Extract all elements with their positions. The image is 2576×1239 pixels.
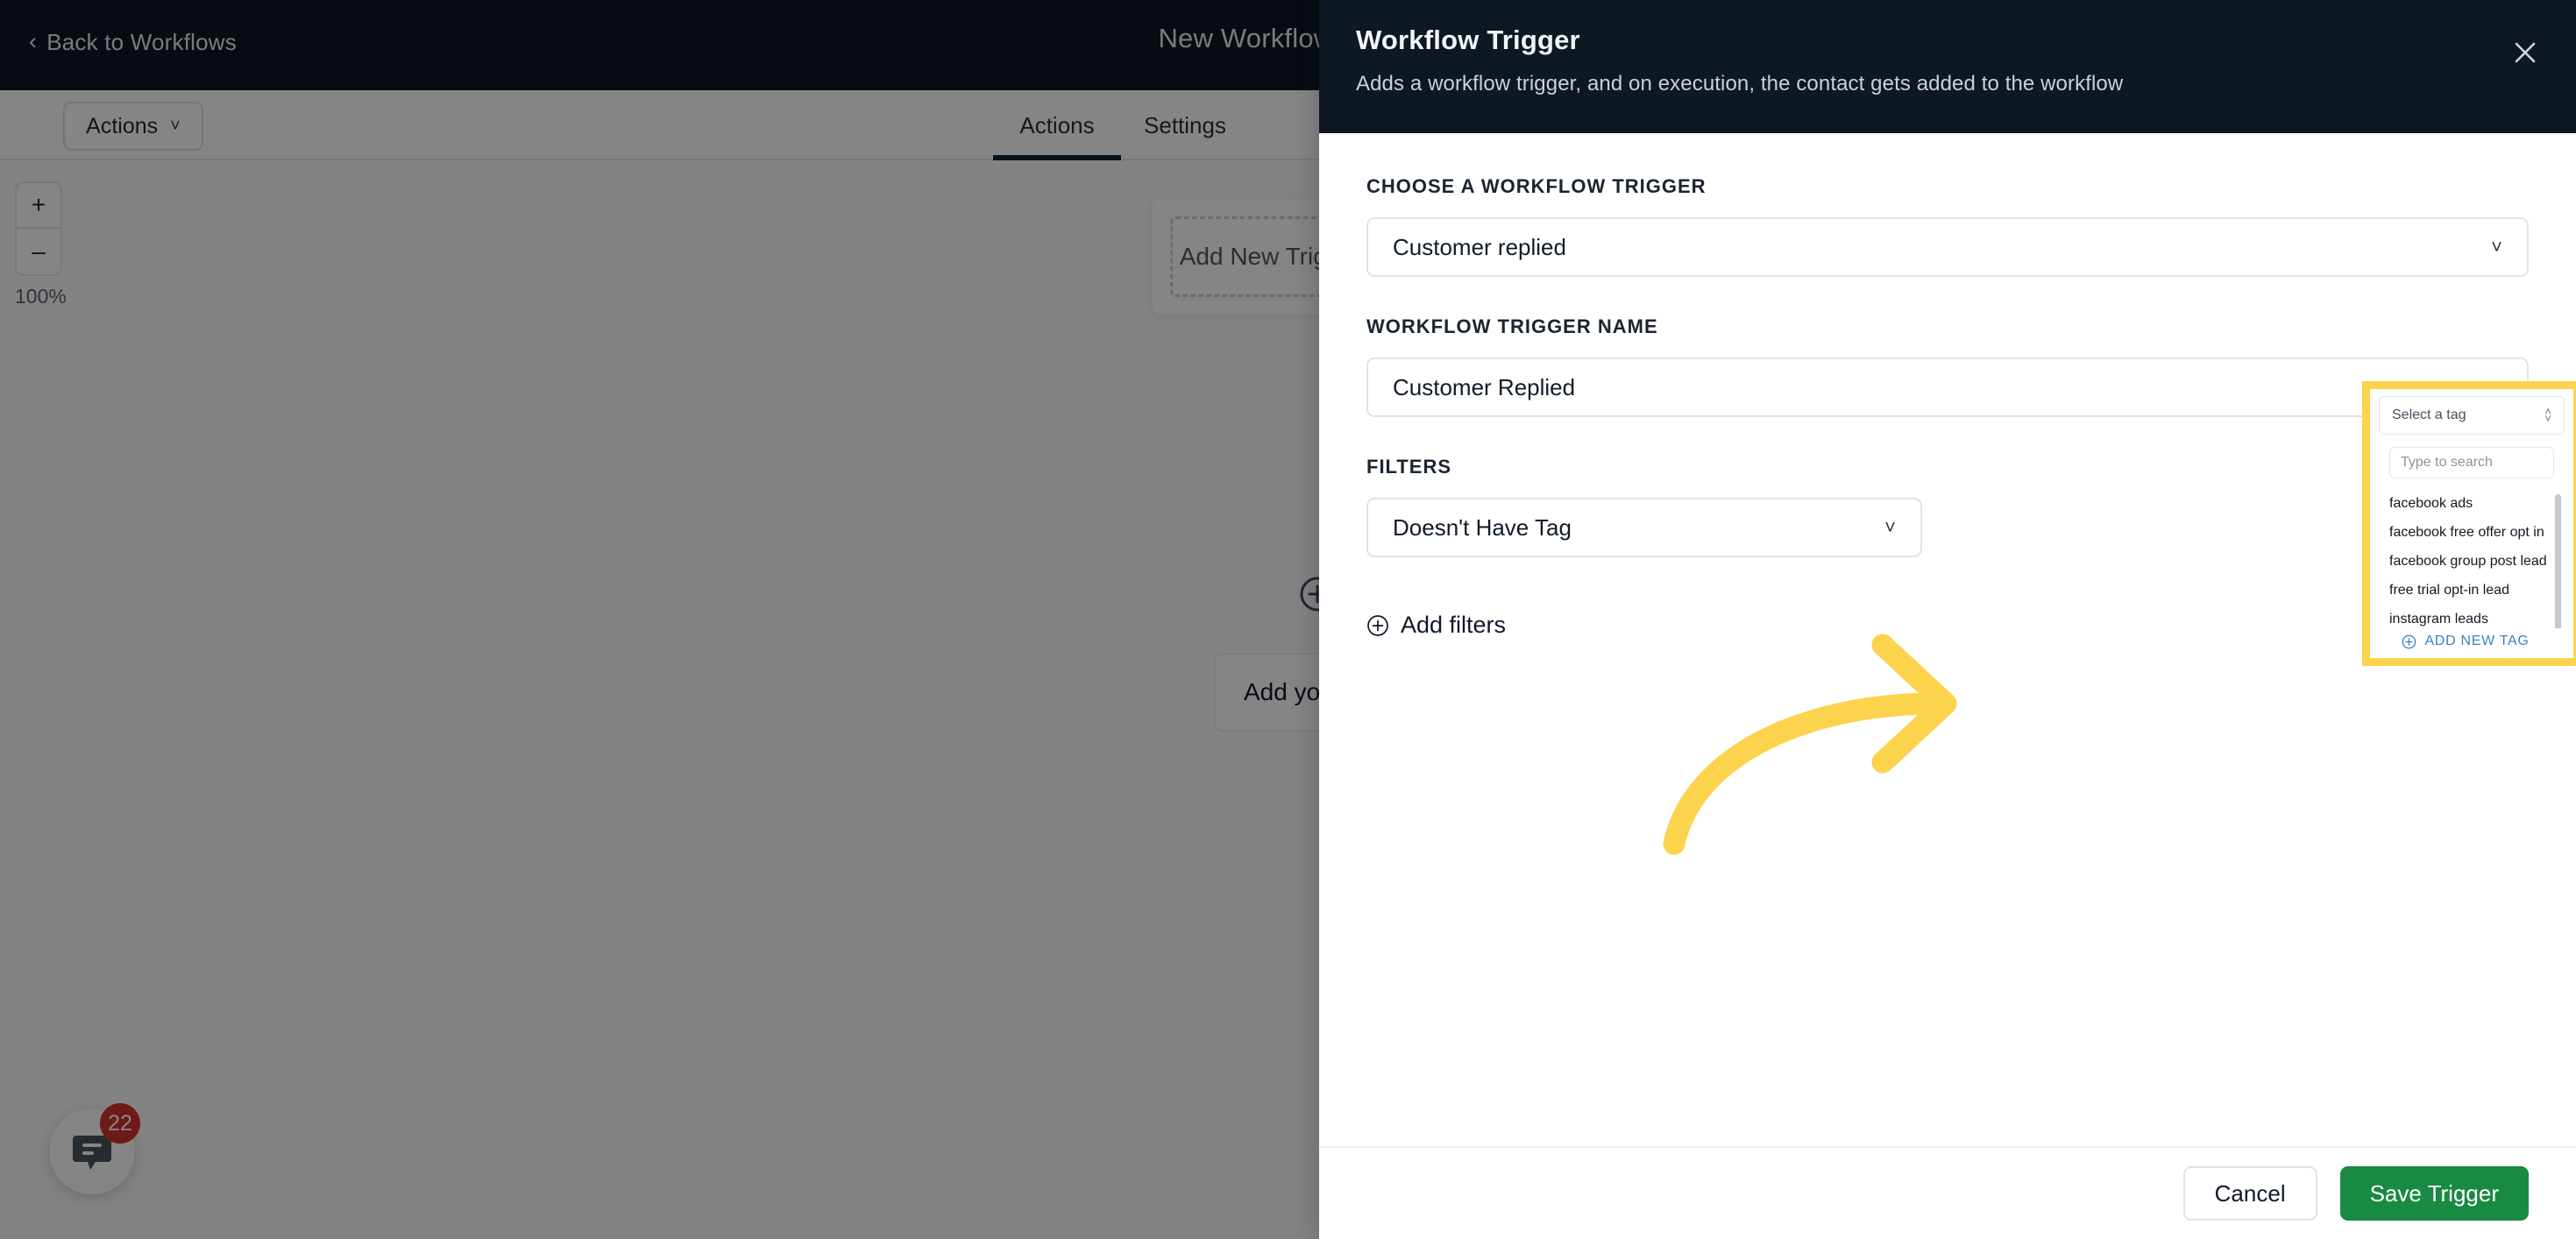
cancel-button[interactable]: Cancel bbox=[2182, 1166, 2317, 1221]
panel-title: Workflow Trigger bbox=[1356, 25, 1580, 55]
chat-widget-button[interactable]: 22 bbox=[49, 1103, 140, 1194]
tab-actions[interactable]: Actions bbox=[993, 90, 1121, 160]
zoom-out-button[interactable]: – bbox=[15, 229, 62, 276]
plus-circle-icon bbox=[2402, 634, 2416, 648]
filter-condition-value: Doesn't Have Tag bbox=[1393, 513, 1572, 541]
zoom-controls: + – 100% bbox=[15, 181, 67, 308]
tag-selector-highlight: Select a tag ˄˅ facebook ads facebook fr… bbox=[2362, 381, 2576, 666]
tag-option[interactable]: instagram leads bbox=[2389, 605, 2565, 628]
choose-trigger-label: CHOOSE A WORKFLOW TRIGGER bbox=[1366, 175, 1707, 197]
choose-trigger-select[interactable]: Customer replied ˅ bbox=[1366, 217, 2529, 277]
tag-option[interactable]: facebook group post lead bbox=[2389, 547, 2565, 576]
chevron-down-icon: ˅ bbox=[1884, 516, 1896, 538]
filter-condition-select[interactable]: Doesn't Have Tag ˅ bbox=[1366, 498, 1922, 557]
panel-body: CHOOSE A WORKFLOW TRIGGER Customer repli… bbox=[1319, 133, 2576, 1146]
chevron-left-icon: ‹ bbox=[29, 28, 38, 54]
plus-circle-icon bbox=[1367, 614, 1388, 636]
tag-search-input[interactable] bbox=[2389, 447, 2554, 478]
tag-select-value: Select a tag bbox=[2392, 407, 2466, 422]
choose-trigger-value: Customer replied bbox=[1393, 233, 1566, 260]
panel-subtitle: Adds a workflow trigger, and on executio… bbox=[1356, 72, 2124, 96]
tag-option[interactable]: free trial opt-in lead bbox=[2389, 576, 2565, 605]
workflow-trigger-panel: Workflow Trigger Adds a workflow trigger… bbox=[1319, 0, 2576, 1239]
tag-option[interactable]: facebook ads bbox=[2389, 489, 2565, 518]
filters-label: FILTERS bbox=[1366, 456, 1452, 478]
panel-tabs: Actions Settings bbox=[993, 90, 1249, 160]
actions-dropdown-button[interactable]: Actions ˅ bbox=[63, 102, 203, 151]
minus-icon: – bbox=[32, 237, 46, 265]
back-to-workflows-link[interactable]: ‹ Back to Workflows bbox=[29, 29, 237, 56]
trigger-name-input[interactable]: Customer Replied bbox=[1366, 358, 2529, 417]
close-icon[interactable] bbox=[2506, 33, 2544, 72]
panel-footer: Cancel Save Trigger bbox=[1319, 1146, 2576, 1239]
tag-selector-dropdown: Select a tag ˄˅ facebook ads facebook fr… bbox=[2370, 389, 2573, 658]
tag-search-wrapper bbox=[2379, 435, 2565, 478]
tag-list-scrollbar[interactable] bbox=[2555, 494, 2561, 628]
tab-settings[interactable]: Settings bbox=[1121, 90, 1249, 160]
panel-header: Workflow Trigger Adds a workflow trigger… bbox=[1319, 0, 2576, 133]
tab-settings-label: Settings bbox=[1144, 111, 1226, 138]
filter-row: Doesn't Have Tag ˅ bbox=[1366, 498, 2529, 557]
trigger-name-label: WORKFLOW TRIGGER NAME bbox=[1366, 315, 1658, 337]
tag-list-scrollbar-thumb[interactable] bbox=[2555, 494, 2561, 628]
tag-select-control[interactable]: Select a tag ˄ ˅ bbox=[2379, 396, 2565, 435]
zoom-level-label: 100% bbox=[15, 285, 67, 308]
plus-icon: + bbox=[31, 191, 46, 218]
back-to-workflows-label: Back to Workflows bbox=[46, 29, 237, 55]
chevron-up-down-icon: ˄ ˅ bbox=[2544, 404, 2551, 425]
add-filters-button[interactable]: Add filters bbox=[1366, 612, 1506, 639]
chat-unread-badge: 22 bbox=[100, 1103, 140, 1143]
chevron-down-icon: ˅ bbox=[170, 116, 181, 136]
tag-option[interactable]: facebook free offer opt in bbox=[2389, 518, 2565, 547]
tab-actions-label: Actions bbox=[1019, 111, 1095, 138]
actions-dropdown-label: Actions bbox=[86, 113, 159, 138]
zoom-in-button[interactable]: + bbox=[15, 181, 62, 229]
tag-option-list[interactable]: facebook ads facebook free offer opt in … bbox=[2379, 489, 2565, 628]
add-new-tag-button[interactable]: ADD NEW TAG bbox=[2379, 628, 2552, 658]
close-icon-glyph bbox=[2515, 42, 2536, 63]
add-filters-label: Add filters bbox=[1401, 612, 1507, 638]
save-trigger-button[interactable]: Save Trigger bbox=[2339, 1166, 2529, 1221]
add-new-tag-label: ADD NEW TAG bbox=[2424, 634, 2530, 648]
trigger-name-value: Customer Replied bbox=[1393, 373, 1576, 400]
chevron-down-icon: ˅ bbox=[2491, 236, 2502, 258]
